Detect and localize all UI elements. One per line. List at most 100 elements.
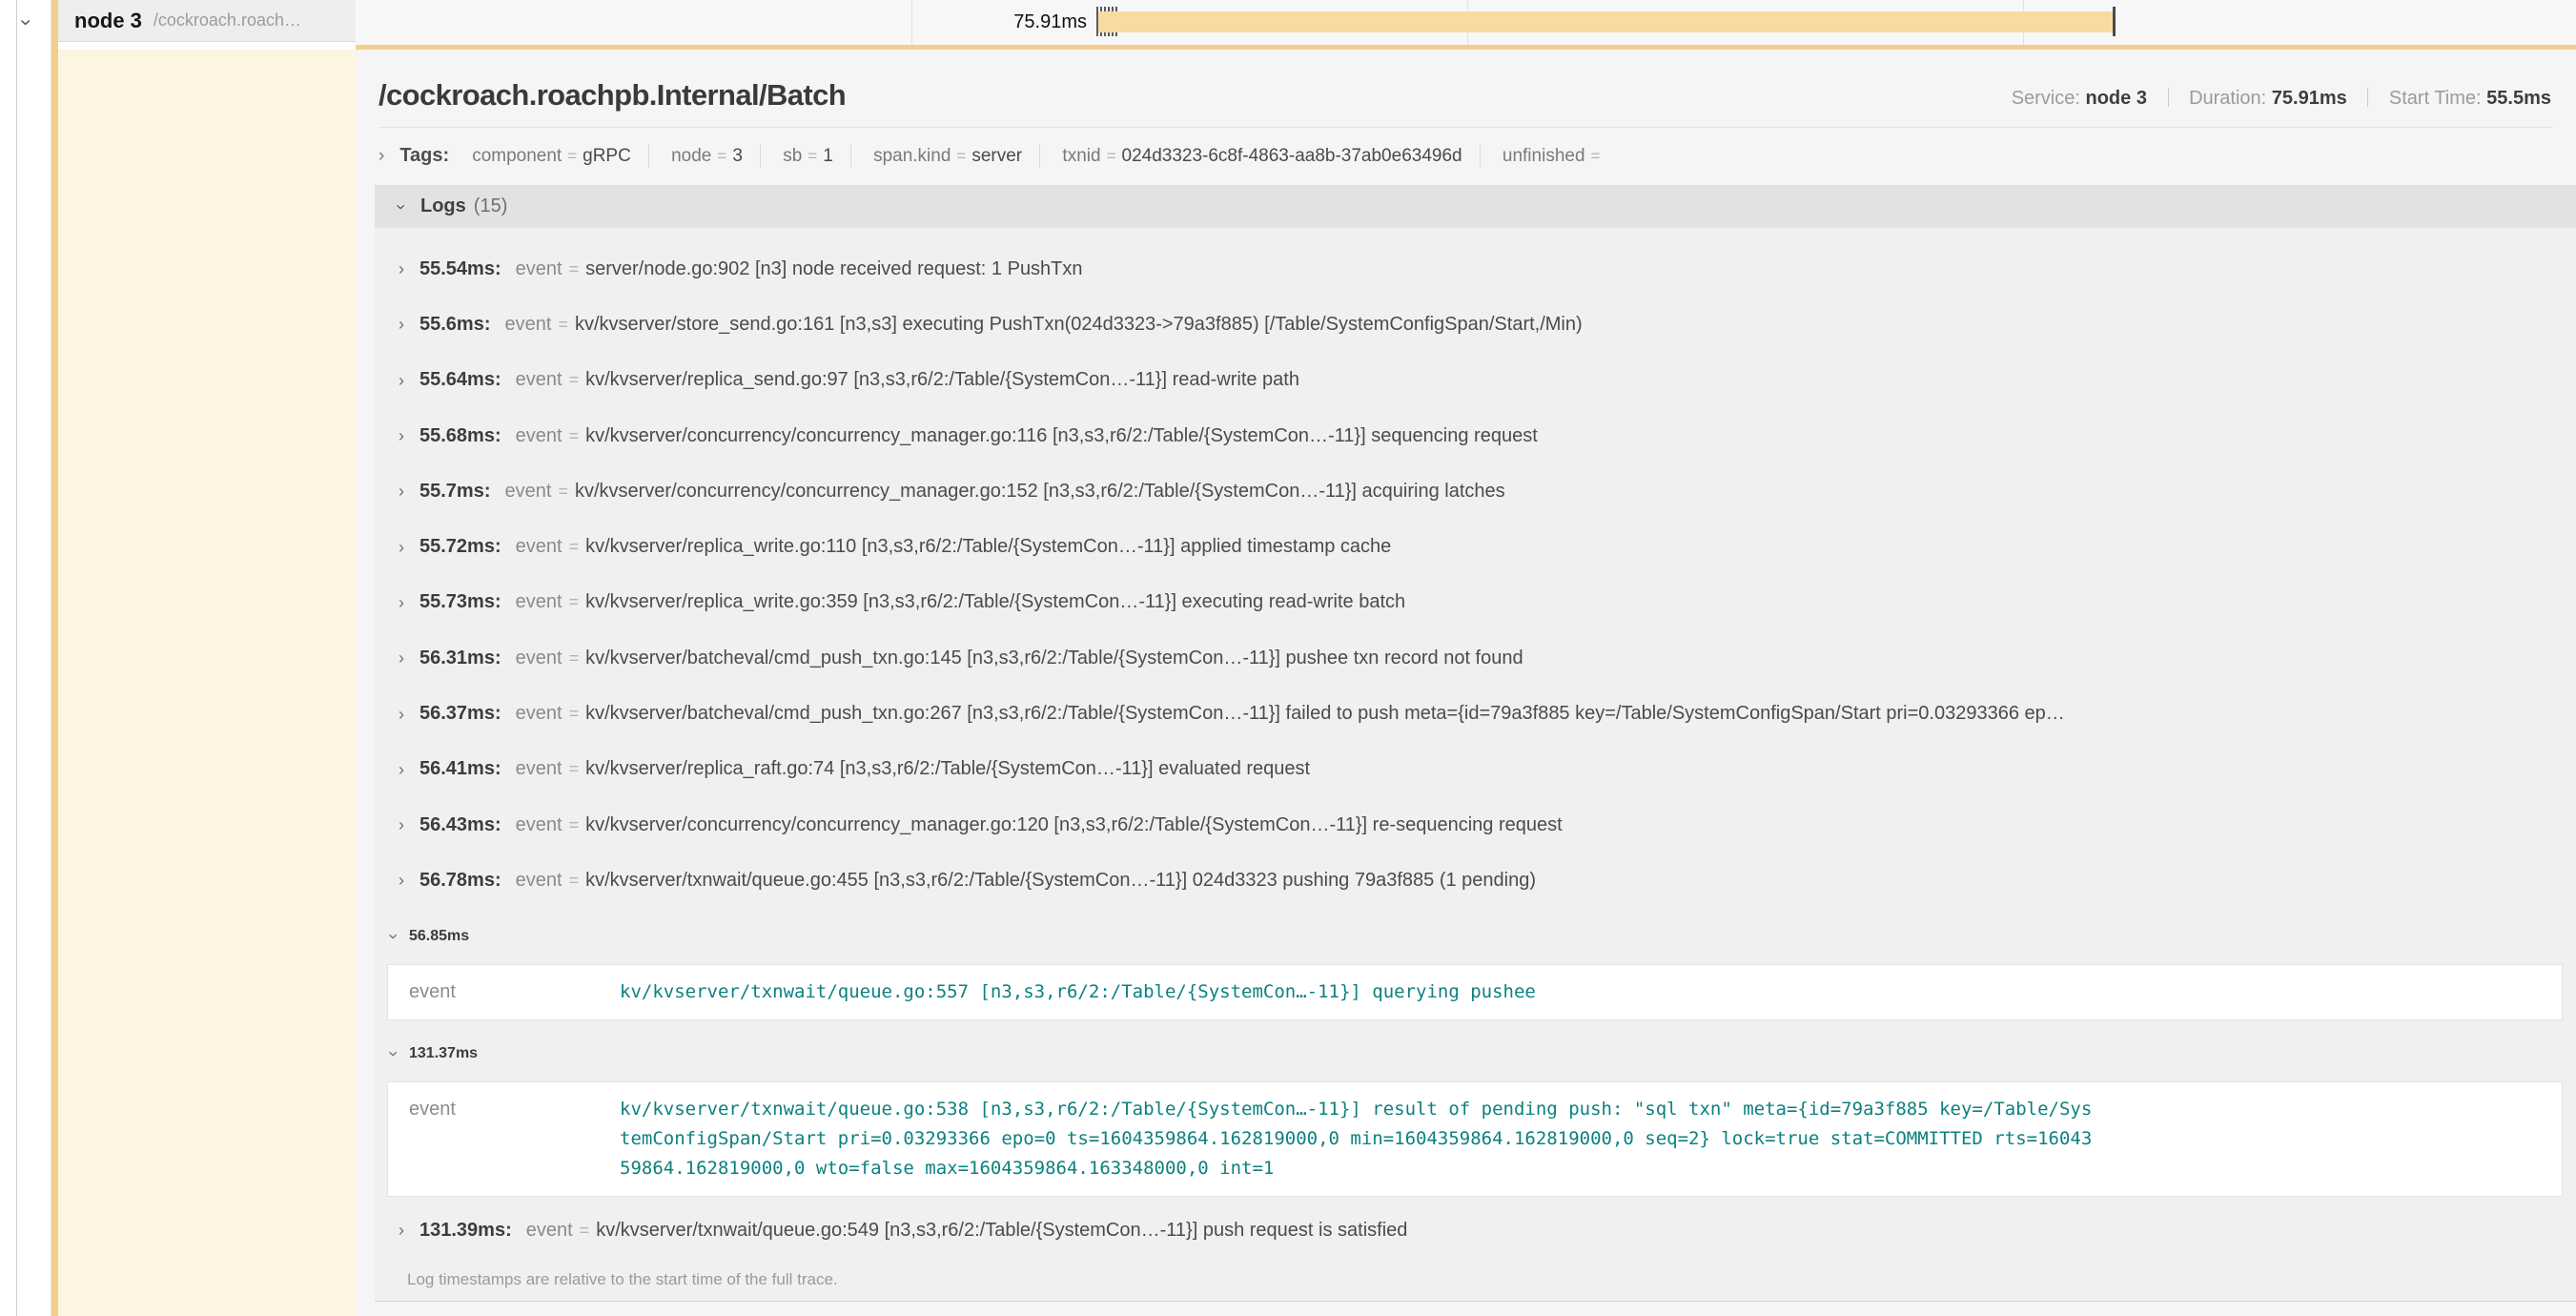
- log-field-value: kv/kvserver/concurrency/concurrency_mana…: [585, 814, 1563, 836]
- log-timestamp: 131.39ms:: [419, 1220, 512, 1242]
- log-chevron-right-icon[interactable]: ›: [399, 260, 404, 278]
- log-chevron-right-icon[interactable]: ›: [399, 316, 404, 333]
- span-operation-name: /cockroach.roach…: [153, 10, 301, 31]
- log-field-key: event: [516, 758, 562, 780]
- log-chevron-down-icon[interactable]: ›: [385, 1051, 402, 1057]
- tag-value: server: [971, 146, 1022, 166]
- tag-item: unfinished =: [1485, 144, 1624, 168]
- log-fields-box: event kv/kvserver/txnwait/queue.go:557 […: [387, 964, 2563, 1020]
- log-field-equals: =: [569, 871, 580, 891]
- log-field-equals: =: [569, 648, 580, 668]
- log-chevron-right-icon[interactable]: ›: [399, 594, 404, 611]
- log-row-collapsed[interactable]: › 56.37ms: event = kv/kvserver/batcheval…: [375, 686, 2576, 741]
- tag-value: 1: [823, 146, 833, 166]
- log-timestamp: 55.68ms:: [419, 425, 501, 447]
- log-field-value: kv/kvserver/txnwait/queue.go:455 [n3,s3,…: [585, 870, 1536, 892]
- log-row-expanded: › 56.85ms event kv/kvserver/txnwait/queu…: [375, 909, 2576, 1020]
- tag-key: unfinished: [1503, 146, 1585, 166]
- log-timestamp: 56.41ms:: [419, 758, 501, 780]
- log-timestamp: 55.6ms:: [419, 314, 491, 336]
- log-expanded-header[interactable]: › 131.37ms: [375, 1026, 2576, 1081]
- duration-label: Duration:: [2189, 88, 2266, 109]
- log-field-equals: =: [558, 315, 568, 335]
- log-field-key: event: [516, 591, 562, 613]
- log-chevron-right-icon[interactable]: ›: [399, 761, 404, 778]
- log-row-collapsed[interactable]: › 55.6ms: event = kv/kvserver/store_send…: [375, 297, 2576, 352]
- log-chevron-right-icon[interactable]: ›: [399, 372, 404, 389]
- log-field-key: event: [516, 648, 562, 669]
- log-chevron-right-icon[interactable]: ›: [399, 483, 404, 500]
- log-rows: › 55.54ms: event = server/node.go:902 [n…: [375, 241, 2576, 1258]
- tag-item: node=3: [654, 144, 761, 168]
- tags-chevron-right-icon[interactable]: ›: [378, 147, 384, 165]
- logs-count: (15): [474, 195, 508, 217]
- log-row-collapsed[interactable]: › 131.39ms: event = kv/kvserver/txnwait/…: [375, 1203, 2576, 1258]
- tag-equals: =: [1591, 147, 1601, 165]
- log-field-key: event: [516, 536, 562, 558]
- log-fields-box: event kv/kvserver/txnwait/queue.go:538 […: [387, 1081, 2563, 1197]
- tag-equals: =: [717, 147, 726, 165]
- log-chevron-right-icon[interactable]: ›: [399, 427, 404, 444]
- log-field-value: kv/kvserver/batcheval/cmd_push_txn.go:26…: [585, 703, 2065, 725]
- log-row-collapsed[interactable]: › 55.54ms: event = server/node.go:902 [n…: [375, 241, 2576, 297]
- log-row-collapsed[interactable]: › 55.68ms: event = kv/kvserver/concurren…: [375, 408, 2576, 463]
- log-chevron-right-icon[interactable]: ›: [399, 1222, 404, 1239]
- span-detail-header: /cockroach.roachpb.Internal/Batch Servic…: [356, 50, 2576, 113]
- span-meta: Service: node 3 Duration: 75.91ms Start …: [2012, 88, 2551, 113]
- log-expanded-header[interactable]: › 56.85ms: [375, 909, 2576, 964]
- meta-divider: [2168, 88, 2169, 107]
- start-time-label: Start Time:: [2389, 88, 2482, 109]
- tag-key: sb: [783, 146, 802, 166]
- tag-key: span.kind: [873, 146, 951, 166]
- log-timestamp: 55.72ms:: [419, 536, 501, 558]
- log-row-collapsed[interactable]: › 56.31ms: event = kv/kvserver/batcheval…: [375, 630, 2576, 686]
- tags-row[interactable]: › Tags: component=gRPC node=3 sb = 1 span.…: [378, 145, 2553, 167]
- tag-equals: =: [808, 147, 817, 165]
- span-duration-bar[interactable]: [1098, 11, 2115, 32]
- log-field-equals: =: [569, 426, 580, 446]
- tags-label[interactable]: Tags:: [399, 145, 449, 167]
- log-chevron-right-icon[interactable]: ›: [399, 649, 404, 667]
- collapse-children-chevron-down-icon[interactable]: ›: [16, 19, 36, 26]
- log-field-equals: =: [569, 592, 580, 612]
- log-chevron-right-icon[interactable]: ›: [399, 706, 404, 723]
- log-row-collapsed[interactable]: › 55.64ms: event = kv/kvserver/replica_s…: [375, 353, 2576, 408]
- meta-divider: [2367, 88, 2368, 107]
- log-chevron-right-icon[interactable]: ›: [399, 539, 404, 556]
- log-timestamp: 56.37ms:: [419, 703, 501, 725]
- log-row-collapsed[interactable]: › 55.7ms: event = kv/kvserver/concurrenc…: [375, 463, 2576, 519]
- log-field-key: event: [516, 703, 562, 725]
- log-field-value: server/node.go:902 [n3] node received re…: [585, 258, 1082, 280]
- log-field-equals: =: [569, 370, 580, 390]
- log-chevron-right-icon[interactable]: ›: [399, 816, 404, 833]
- log-field-key: event: [516, 369, 562, 391]
- log-chevron-right-icon[interactable]: ›: [399, 872, 404, 889]
- log-row-collapsed[interactable]: › 55.72ms: event = kv/kvserver/replica_w…: [375, 519, 2576, 574]
- tag-item: component=gRPC: [455, 144, 649, 168]
- log-field-value: kv/kvserver/batcheval/cmd_push_txn.go:14…: [585, 648, 1523, 669]
- log-timestamp: 131.37ms: [409, 1045, 478, 1062]
- log-timestamp: 55.7ms:: [419, 481, 491, 503]
- log-field-value: kv/kvserver/txnwait/queue.go:549 [n3,s3,…: [596, 1220, 1407, 1242]
- log-chevron-down-icon[interactable]: ›: [385, 934, 402, 939]
- log-timestamp: 55.54ms:: [419, 258, 501, 280]
- log-row-collapsed[interactable]: › 56.43ms: event = kv/kvserver/concurren…: [375, 797, 2576, 853]
- log-timestamp: 56.31ms:: [419, 648, 501, 669]
- log-row-collapsed[interactable]: › 55.73ms: event = kv/kvserver/replica_w…: [375, 575, 2576, 630]
- log-field-equals: =: [580, 1221, 590, 1241]
- tag-key: component: [472, 146, 562, 166]
- tag-item: txnid=024d3323-6c8f-4863-aa8b-37ab0e6349…: [1045, 144, 1480, 168]
- log-field-equals: =: [569, 704, 580, 724]
- log-row-collapsed[interactable]: › 56.78ms: event = kv/kvserver/txnwait/q…: [375, 853, 2576, 908]
- span-name-cell[interactable]: node 3 /cockroach.roach…: [58, 0, 356, 42]
- log-field-key: event: [516, 870, 562, 892]
- log-field-key: event: [388, 1095, 620, 1183]
- log-field-value: kv/kvserver/txnwait/queue.go:538 [n3,s3,…: [620, 1095, 2092, 1183]
- logs-section-header[interactable]: › Logs (15): [375, 185, 2576, 228]
- log-field-equals: =: [558, 482, 568, 502]
- logs-chevron-down-icon[interactable]: ›: [393, 204, 410, 210]
- log-field-value: kv/kvserver/replica_write.go:359 [n3,s3,…: [585, 591, 1405, 613]
- logs-title: Logs: [420, 195, 466, 217]
- log-row-collapsed[interactable]: › 56.41ms: event = kv/kvserver/replica_r…: [375, 742, 2576, 797]
- log-field-equals: =: [569, 537, 580, 557]
